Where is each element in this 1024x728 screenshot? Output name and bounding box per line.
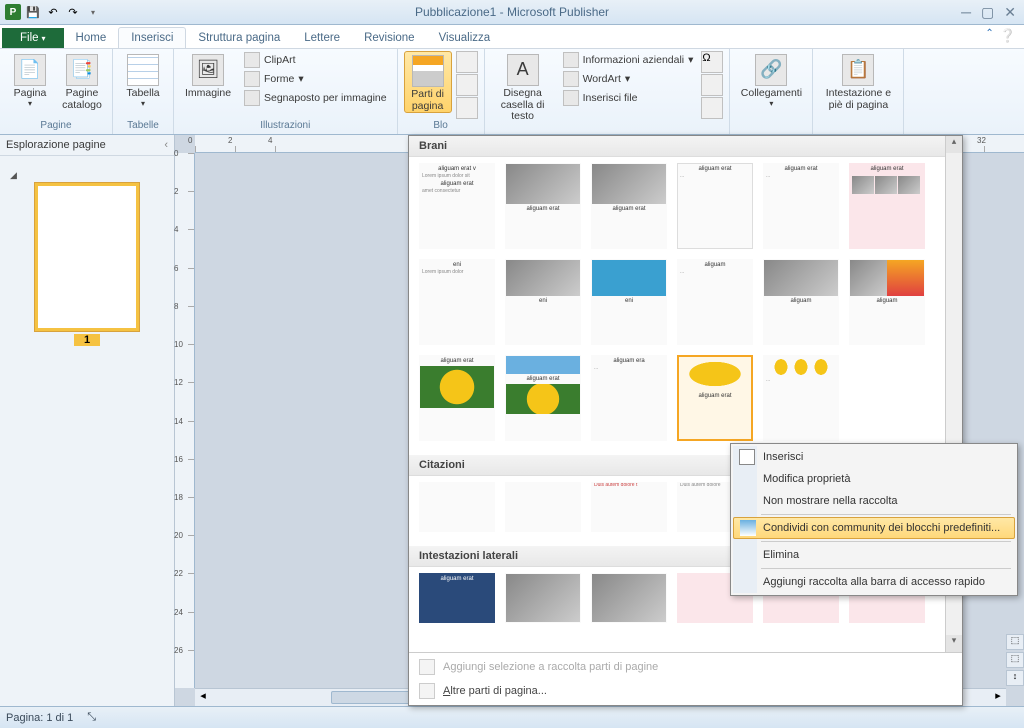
gallery-item[interactable]: aliguam erat vLorem ipsum dolor sitaligu…	[419, 163, 495, 249]
context-menu: Inserisci Modifica proprietà Non mostrar…	[730, 443, 1018, 596]
gallery-item[interactable]	[591, 573, 667, 623]
gallery-item[interactable]: ...	[763, 355, 839, 441]
gallery-item[interactable]: eni	[591, 259, 667, 345]
add-selection-button: Aggiungi selezione a raccolta parti di p…	[409, 655, 962, 679]
page-button[interactable]: 📄Pagina▾	[6, 51, 54, 108]
gallery-item[interactable]: aliguam erat	[419, 355, 495, 441]
ctx-add-to-qat[interactable]: Aggiungi raccolta alla barra di accesso …	[733, 571, 1015, 593]
gallery-item[interactable]: aliguam era...	[591, 355, 667, 441]
catalog-pages-button[interactable]: 📑Pagine catalogo	[58, 51, 106, 111]
gallery-item[interactable]: aliguam	[849, 259, 925, 345]
category-brani: Brani	[409, 136, 945, 157]
table-button[interactable]: Tabella▾	[119, 51, 167, 108]
wordart-button[interactable]: WordArt ▾	[559, 70, 698, 88]
gallery-item[interactable]	[419, 482, 495, 532]
ctx-delete[interactable]: Elimina	[733, 544, 1015, 566]
status-bar: Pagina: 1 di 1 ⤡	[0, 706, 1024, 728]
tab-home[interactable]: Home	[64, 28, 119, 48]
panel-title: Esplorazione pagine	[6, 139, 106, 151]
ctx-hide-in-gallery[interactable]: Non mostrare nella raccolta	[733, 490, 1015, 512]
tool-3[interactable]: ↕	[1006, 670, 1024, 686]
panel-collapse-icon[interactable]: ‹	[164, 139, 168, 151]
tab-letters[interactable]: Lettere	[292, 28, 352, 48]
page-indicator[interactable]: Pagina: 1 di 1	[6, 712, 73, 724]
tab-file[interactable]: File	[2, 28, 64, 48]
gallery-item[interactable]	[505, 482, 581, 532]
ctx-share-community[interactable]: Condividi con community dei blocchi pred…	[733, 517, 1015, 539]
shapes-button[interactable]: Forme ▾	[240, 70, 391, 88]
gallery-item[interactable]: aliguam erat	[591, 163, 667, 249]
ctx-edit-properties[interactable]: Modifica proprietà	[733, 468, 1015, 490]
collapse-icon[interactable]: ◢	[10, 170, 17, 181]
window-title: Pubblicazione1 - Microsoft Publisher	[0, 5, 1024, 19]
share-icon	[740, 520, 756, 536]
insert-file-button[interactable]: Inserisci file	[559, 89, 698, 107]
gallery-item-selected[interactable]: aliguam erat	[677, 355, 753, 441]
gallery-footer: Aggiungi selezione a raccolta parti di p…	[409, 652, 962, 705]
tool-2[interactable]: ⬚	[1006, 652, 1024, 668]
group-illustrations-label: Illustrazioni	[180, 120, 391, 134]
gallery-item[interactable]: Duis autem dolore t	[591, 482, 667, 532]
header-footer-button[interactable]: 📋Intestazione e piè di pagina	[819, 51, 897, 111]
gallery-item[interactable]: aliguam erat	[505, 163, 581, 249]
gallery-item[interactable]: aliguam erat	[505, 355, 581, 441]
blocks-small-buttons[interactable]	[456, 51, 478, 119]
business-info-button[interactable]: Informazioni aziendali ▾	[559, 51, 698, 69]
image-placeholder-button[interactable]: Segnaposto per immagine	[240, 89, 391, 107]
page-parts-button[interactable]: Parti di pagina	[404, 51, 452, 113]
links-button[interactable]: 🔗Collegamenti▾	[736, 51, 806, 108]
tab-view[interactable]: Visualizza	[427, 28, 503, 48]
tab-page-layout[interactable]: Struttura pagina	[186, 28, 292, 48]
more-page-parts-button[interactable]: Altre parti di pagina...	[409, 679, 962, 703]
page-parts-gallery: ▴▾ Brani aliguam erat vLorem ipsum dolor…	[408, 135, 963, 706]
ctx-insert[interactable]: Inserisci	[733, 446, 1015, 468]
draw-textbox-button[interactable]: ADisegna casella di testo	[491, 51, 555, 123]
page-navigation-panel: Esplorazione pagine ‹ ◢ 1	[0, 135, 175, 706]
ribbon-tabs: File Home Inserisci Struttura pagina Let…	[0, 25, 1024, 49]
text-small-buttons[interactable]: Ω	[701, 51, 723, 119]
image-button[interactable]: 🖼Immagine	[180, 51, 236, 100]
right-toolbar: ⬚ ⬚ ↕	[1006, 634, 1024, 686]
group-pages-label: Pagine	[6, 120, 106, 134]
ribbon: 📄Pagina▾ 📑Pagine catalogo Pagine Tabella…	[0, 49, 1024, 135]
group-tables-label: Tabelle	[119, 120, 167, 134]
gallery-item[interactable]: aliguam	[763, 259, 839, 345]
gallery-item[interactable]: eniLorem ipsum dolor	[419, 259, 495, 345]
group-blocks-label: Blo	[404, 120, 478, 134]
clipart-button[interactable]: ClipArt	[240, 51, 391, 69]
title-bar: P 💾 ↶ ↷ ▾ Pubblicazione1 - Microsoft Pub…	[0, 0, 1024, 25]
page-thumbnail[interactable]	[35, 183, 139, 331]
vertical-ruler	[175, 153, 195, 688]
gallery-item[interactable]: aliguam erat...	[677, 163, 753, 249]
gallery-item[interactable]: aliguam...	[677, 259, 753, 345]
cursor-icon: ⤡	[87, 711, 96, 724]
gallery-item[interactable]: eni	[505, 259, 581, 345]
gallery-item[interactable]: aliguam erat...	[763, 163, 839, 249]
tab-review[interactable]: Revisione	[352, 28, 427, 48]
page-thumbnail-label: 1	[74, 334, 100, 346]
ribbon-minimize-icon[interactable]: ⌃	[985, 28, 993, 44]
gallery-item[interactable]	[505, 573, 581, 623]
help-icon[interactable]: ❔	[1000, 28, 1016, 44]
tool-1[interactable]: ⬚	[1006, 634, 1024, 650]
gallery-item[interactable]: aliguam erat	[849, 163, 925, 249]
document-icon	[739, 449, 755, 465]
tab-insert[interactable]: Inserisci	[118, 27, 186, 48]
gallery-item[interactable]: aliguam erat	[419, 573, 495, 623]
